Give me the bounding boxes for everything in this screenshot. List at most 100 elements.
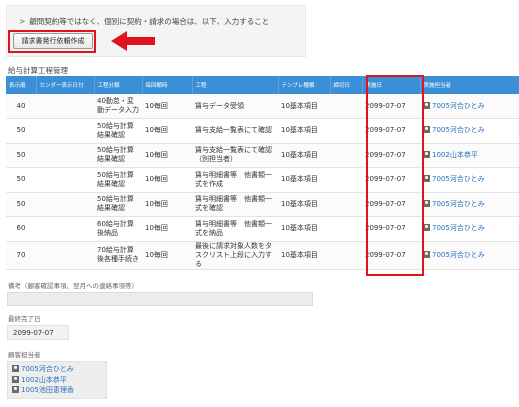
cell-template: 10基本項目 bbox=[278, 241, 330, 270]
notice-label: 顧問契約等ではなく、個別に契約・請求の場合は、以下、入力すること bbox=[29, 17, 270, 26]
last-completed-value: 2099-07-07 bbox=[7, 325, 69, 340]
customer-staff-label: 顧客担当者 bbox=[8, 351, 41, 359]
cell-calendar bbox=[36, 118, 94, 144]
button-highlight-frame bbox=[8, 30, 96, 53]
table-header-row: 表示順 カンダー表示日付 工程分類 毎回類時 工程 テンプレ種類 締切日 実施日… bbox=[6, 76, 519, 94]
table-row: 60 60給与計算後納品 10毎回 賃与明細書等 他書類一式を納品 10基本項目… bbox=[6, 216, 519, 242]
table-row: 50 50給与計算結果確認 10毎回 賃与明細書等 他書類一式を作成 10基本項… bbox=[6, 167, 519, 193]
column-header[interactable]: 毎回類時 bbox=[142, 76, 193, 94]
person-icon bbox=[423, 250, 430, 258]
column-header[interactable]: テンプレ種類 bbox=[278, 76, 331, 94]
cell-deadline bbox=[330, 241, 362, 270]
cell-deadline bbox=[330, 192, 362, 217]
column-header[interactable]: カンダー表示日付 bbox=[36, 76, 95, 94]
notice-text: > 顧問契約等ではなく、個別に契約・請求の場合は、以下、入力すること bbox=[19, 16, 269, 27]
customer-staff-item[interactable]: 7005河合ひとみ bbox=[12, 364, 106, 375]
staff-link[interactable]: 7005河合ひとみ bbox=[432, 251, 485, 259]
remarks-field[interactable] bbox=[7, 292, 313, 306]
cell-order: 50 bbox=[6, 192, 36, 217]
table-row: 70 70給与計算後各種手続き 10毎回 最後に請求対象人数をタスクリスト上段に… bbox=[6, 241, 519, 270]
cell-staff: 7005河合ひとみ bbox=[420, 118, 519, 144]
cell-process: 賃与明細書等 他書類一式を確認 bbox=[192, 192, 278, 217]
customer-staff-list: 7005河合ひとみ 1002山本恭平 1005池田恵理香 bbox=[7, 361, 107, 399]
cell-calendar bbox=[36, 192, 94, 217]
column-header[interactable]: 実施担当者 bbox=[420, 76, 519, 94]
staff-link[interactable]: 7005河合ひとみ bbox=[432, 102, 485, 110]
person-icon bbox=[12, 365, 19, 372]
cell-done-date: 2099-07-07 bbox=[362, 143, 420, 168]
cell-calendar bbox=[36, 94, 94, 119]
staff-link[interactable]: 7005河合ひとみ bbox=[432, 126, 485, 134]
cell-template: 10基本項目 bbox=[278, 94, 330, 119]
cell-deadline bbox=[330, 216, 362, 242]
cell-order: 50 bbox=[6, 143, 36, 168]
cell-staff: 1002山本恭平 bbox=[420, 143, 519, 168]
cell-frequency: 10毎回 bbox=[142, 192, 192, 217]
staff-link[interactable]: 7005河合ひとみ bbox=[432, 175, 485, 183]
remarks-label: 備考（顧客確認事項、翌月への連絡事項等） bbox=[8, 282, 138, 290]
table-row: 50 50給与計算結果確認 10毎回 賃与明細書等 他書類一式を確認 10基本項… bbox=[6, 192, 519, 217]
person-icon bbox=[423, 101, 430, 109]
cell-frequency: 10毎回 bbox=[142, 143, 192, 168]
cell-frequency: 10毎回 bbox=[142, 216, 192, 242]
person-icon bbox=[423, 199, 430, 207]
cell-staff: 7005河合ひとみ bbox=[420, 216, 519, 242]
cell-order: 70 bbox=[6, 241, 36, 270]
person-icon bbox=[12, 375, 19, 383]
cell-deadline bbox=[330, 118, 362, 144]
customer-staff-name[interactable]: 1002山本恭平 bbox=[21, 376, 67, 384]
cell-category: 60給与計算後納品 bbox=[94, 216, 142, 242]
table-row: 50 50給与計算結果確認 10毎回 賃与支給一覧表にて確認 10基本項目 20… bbox=[6, 118, 519, 144]
column-header[interactable]: 締切日 bbox=[330, 76, 363, 94]
cell-order: 50 bbox=[6, 167, 36, 193]
staff-link[interactable]: 7005河合ひとみ bbox=[432, 224, 485, 232]
cell-template: 10基本項目 bbox=[278, 167, 330, 193]
cell-done-date: 2099-07-07 bbox=[362, 241, 420, 270]
cell-category: 50給与計算結果確認 bbox=[94, 118, 142, 144]
cell-process: 賃与支給一覧表にて確認 bbox=[192, 118, 278, 144]
cell-category: 50給与計算結果確認 bbox=[94, 143, 142, 168]
person-icon bbox=[423, 175, 430, 183]
person-icon bbox=[12, 386, 19, 393]
last-completed-label: 最終完了日 bbox=[8, 315, 41, 323]
cell-calendar bbox=[36, 143, 94, 168]
process-table: 表示順 カンダー表示日付 工程分類 毎回類時 工程 テンプレ種類 締切日 実施日… bbox=[6, 76, 519, 270]
customer-staff-item[interactable]: 1002山本恭平 bbox=[12, 375, 106, 386]
customer-staff-name[interactable]: 7005河合ひとみ bbox=[21, 365, 74, 373]
table-row: 50 50給与計算結果確認 10毎回 賃与支給一覧表にて確認（別担当者） 10基… bbox=[6, 143, 519, 168]
cell-done-date: 2099-07-07 bbox=[362, 192, 420, 217]
column-header[interactable]: 表示順 bbox=[6, 76, 37, 94]
cell-process: 賃与明細書等 他書類一式を作成 bbox=[192, 167, 278, 193]
cell-calendar bbox=[36, 216, 94, 242]
cell-process: 賃与データ受領 bbox=[192, 94, 278, 119]
customer-staff-name[interactable]: 1005池田恵理香 bbox=[21, 386, 74, 394]
customer-staff-item[interactable]: 1005池田恵理香 bbox=[12, 385, 106, 396]
cell-staff: 7005河合ひとみ bbox=[420, 241, 519, 270]
cell-process: 最後に請求対象人数をタスクリスト上段に入力する bbox=[192, 241, 278, 270]
cell-template: 10基本項目 bbox=[278, 216, 330, 242]
cell-category: 50給与計算結果確認 bbox=[94, 167, 142, 193]
staff-link[interactable]: 7005河合ひとみ bbox=[432, 200, 485, 208]
cell-staff: 7005河合ひとみ bbox=[420, 192, 519, 217]
cell-done-date: 2099-07-07 bbox=[362, 167, 420, 193]
person-icon bbox=[423, 150, 430, 158]
cell-process: 賃与明細書等 他書類一式を納品 bbox=[192, 216, 278, 242]
cell-done-date: 2099-07-07 bbox=[362, 94, 420, 119]
cell-done-date: 2099-07-07 bbox=[362, 216, 420, 242]
cell-category: 70給与計算後各種手続き bbox=[94, 241, 142, 270]
staff-link[interactable]: 1002山本恭平 bbox=[432, 151, 478, 159]
cell-order: 40 bbox=[6, 94, 36, 119]
column-header[interactable]: 工程 bbox=[192, 76, 279, 94]
cell-calendar bbox=[36, 241, 94, 270]
cell-deadline bbox=[330, 167, 362, 193]
cell-calendar bbox=[36, 167, 94, 193]
red-arrow-left-icon bbox=[111, 31, 155, 51]
cell-order: 60 bbox=[6, 216, 36, 242]
cell-process: 賃与支給一覧表にて確認（別担当者） bbox=[192, 143, 278, 168]
cell-frequency: 10毎回 bbox=[142, 241, 192, 270]
column-header[interactable]: 実施日 bbox=[362, 76, 421, 94]
column-header[interactable]: 工程分類 bbox=[94, 76, 143, 94]
cell-order: 50 bbox=[6, 118, 36, 144]
chevron-right-icon: > bbox=[19, 17, 26, 26]
cell-template: 10基本項目 bbox=[278, 192, 330, 217]
